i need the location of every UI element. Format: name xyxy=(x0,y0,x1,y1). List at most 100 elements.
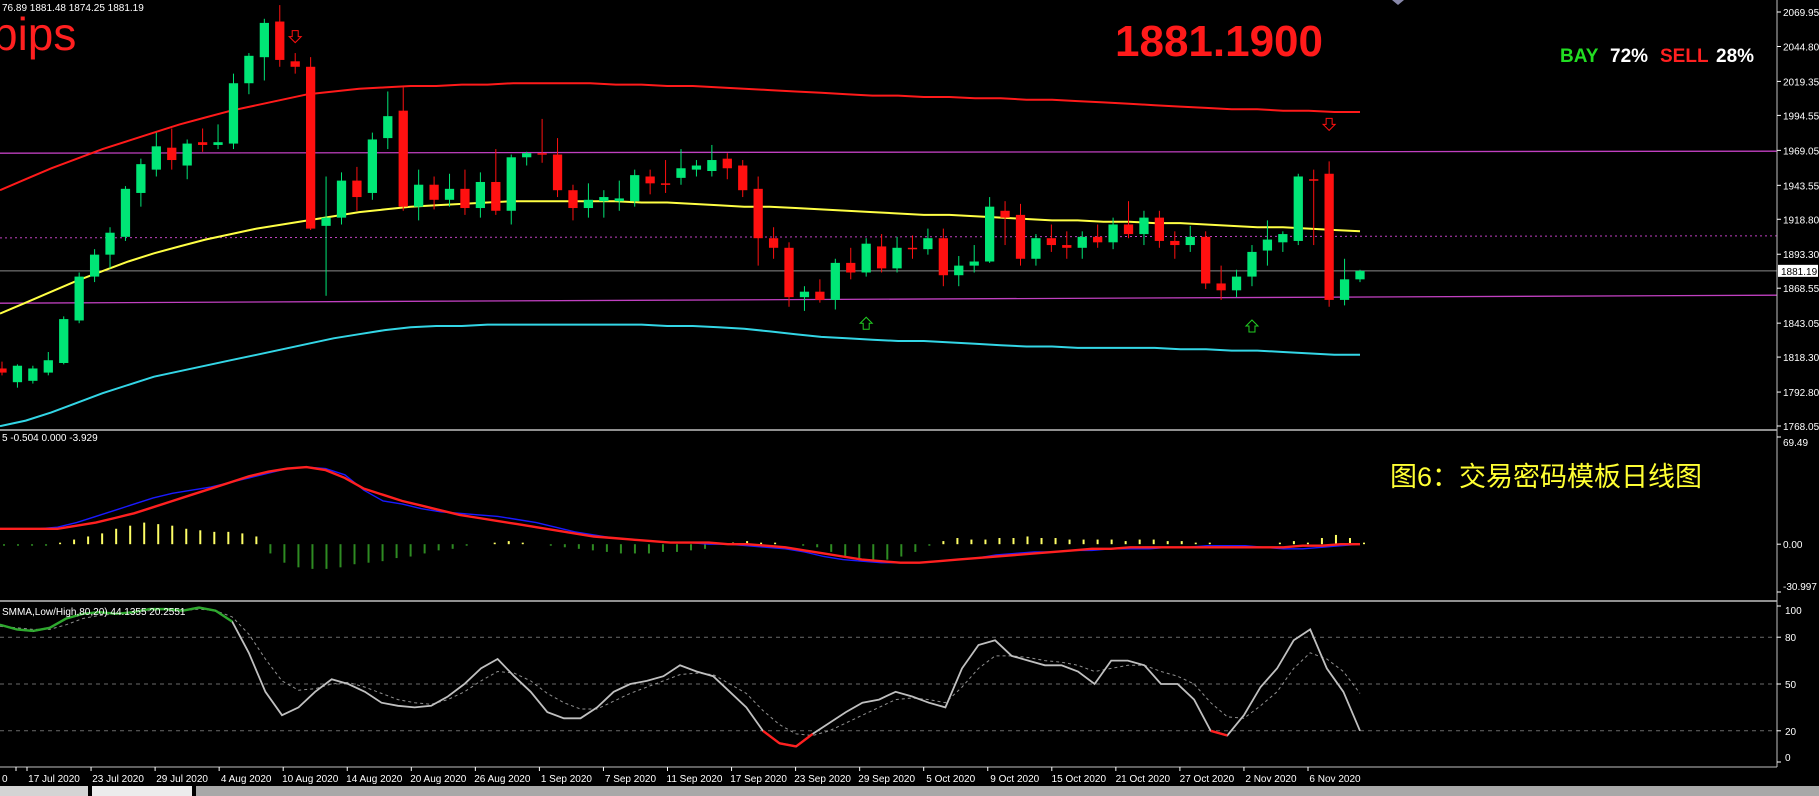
candle-body xyxy=(645,176,655,184)
current-price-large: 1881.1900 xyxy=(1115,17,1323,66)
candle-body xyxy=(290,61,300,67)
macd-tick-label: 69.49 xyxy=(1783,438,1808,449)
candle-body xyxy=(460,188,470,209)
date-label: 15 Oct 2020 xyxy=(1052,774,1107,785)
macd-tick-label: -30.997 xyxy=(1783,582,1817,593)
trading-chart[interactable]: 1881.19 2069.95 2044.80 2019.35 1994.55 1969.… xyxy=(0,0,1819,796)
candle-body xyxy=(1000,210,1010,218)
sell-label: SELL xyxy=(1660,46,1709,67)
chart-background xyxy=(0,0,1819,796)
candle-body xyxy=(74,276,84,321)
candle-body xyxy=(1293,176,1303,241)
candle-body xyxy=(28,368,38,381)
candle-body xyxy=(12,365,23,383)
date-label: 1 Sep 2020 xyxy=(541,774,593,785)
chart-tab-active xyxy=(92,786,192,796)
candle-body xyxy=(583,199,594,209)
price-tick-label: 2044.80 xyxy=(1783,42,1819,53)
price-tick-label: 1792.80 xyxy=(1783,388,1819,399)
candle-body xyxy=(1062,245,1072,248)
candle-body xyxy=(738,165,748,191)
date-label: 9 Oct 2020 xyxy=(990,774,1039,785)
candle[interactable] xyxy=(784,242,794,307)
stoch-tick-label: 50 xyxy=(1785,680,1797,691)
stoch-zone-segment xyxy=(16,628,34,633)
candle[interactable] xyxy=(630,169,640,207)
candle-body xyxy=(722,158,732,169)
date-label: 0 xyxy=(2,774,8,785)
candle-body xyxy=(1031,238,1041,259)
candle-body xyxy=(707,160,717,172)
candle-body xyxy=(630,175,640,202)
candle-body xyxy=(167,147,177,161)
bay-value: 72% xyxy=(1610,46,1648,67)
candle-body xyxy=(228,83,239,144)
candle-body xyxy=(444,188,455,200)
candle-body xyxy=(1278,234,1288,243)
price-tick-label: 1893.30 xyxy=(1783,250,1819,261)
candle-body xyxy=(275,21,285,60)
candle-body xyxy=(213,142,223,145)
date-label: 7 Sep 2020 xyxy=(605,774,657,785)
candle[interactable] xyxy=(1324,161,1334,307)
candle-body xyxy=(105,232,115,255)
candle-body xyxy=(1324,173,1334,300)
date-label: 26 Aug 2020 xyxy=(474,774,531,785)
date-label: 27 Oct 2020 xyxy=(1180,774,1235,785)
sell-value: 28% xyxy=(1716,46,1754,67)
bay-label: BAY xyxy=(1560,46,1599,67)
date-label: 2 Nov 2020 xyxy=(1245,774,1297,785)
candle-body xyxy=(1262,239,1273,251)
candle-body xyxy=(244,55,254,84)
candle-body xyxy=(1185,236,1195,246)
candle-body xyxy=(876,246,887,269)
candle-body xyxy=(846,262,856,273)
date-label: 29 Jul 2020 xyxy=(156,774,208,785)
candle-body xyxy=(815,291,825,300)
date-label: 6 Nov 2020 xyxy=(1309,774,1361,785)
chart-caption: 图6：交易密码模板日线图 xyxy=(1390,462,1702,492)
candle[interactable] xyxy=(228,73,239,150)
candle-body xyxy=(923,238,933,250)
candle-body xyxy=(892,247,902,269)
price-tick-label: 2019.35 xyxy=(1783,77,1819,88)
candle-body xyxy=(954,265,964,276)
candle-body xyxy=(907,247,918,250)
candle-body xyxy=(321,217,331,226)
candle-body xyxy=(259,22,269,58)
candle[interactable] xyxy=(861,238,871,277)
candle-body xyxy=(0,368,7,373)
candle-body xyxy=(383,116,393,139)
candle[interactable] xyxy=(1201,231,1211,289)
candle[interactable] xyxy=(1293,173,1303,246)
candle-body xyxy=(537,153,547,155)
price-tick-label: 1994.55 xyxy=(1783,111,1819,122)
candle[interactable] xyxy=(59,316,69,365)
chart-tab xyxy=(0,786,88,796)
candle[interactable] xyxy=(306,57,316,230)
candle-body xyxy=(182,143,192,166)
date-label: 23 Jul 2020 xyxy=(92,774,144,785)
date-label: 5 Oct 2020 xyxy=(926,774,975,785)
candle-body xyxy=(938,238,948,276)
candle[interactable] xyxy=(367,132,377,200)
candle-body xyxy=(660,183,671,185)
price-tick-label: 1868.55 xyxy=(1783,284,1819,295)
macd-info: 5 -0.504 0.000 -3.929 xyxy=(2,433,98,444)
candle-body xyxy=(398,110,408,207)
candle-body xyxy=(799,291,810,298)
candle-body xyxy=(475,181,486,209)
candle-body xyxy=(830,262,840,300)
candle-body xyxy=(491,181,501,211)
candle-body xyxy=(568,190,578,209)
candle-body xyxy=(1216,283,1226,291)
candle-body xyxy=(1170,240,1180,246)
tab-strip-background xyxy=(196,786,1819,796)
candle[interactable] xyxy=(985,197,995,263)
candle[interactable] xyxy=(120,186,131,241)
candle[interactable] xyxy=(74,272,84,324)
price-tick-label: 1843.05 xyxy=(1783,319,1819,330)
candle-body xyxy=(1046,238,1056,246)
candle-body xyxy=(306,66,316,229)
candle-body xyxy=(429,184,439,200)
